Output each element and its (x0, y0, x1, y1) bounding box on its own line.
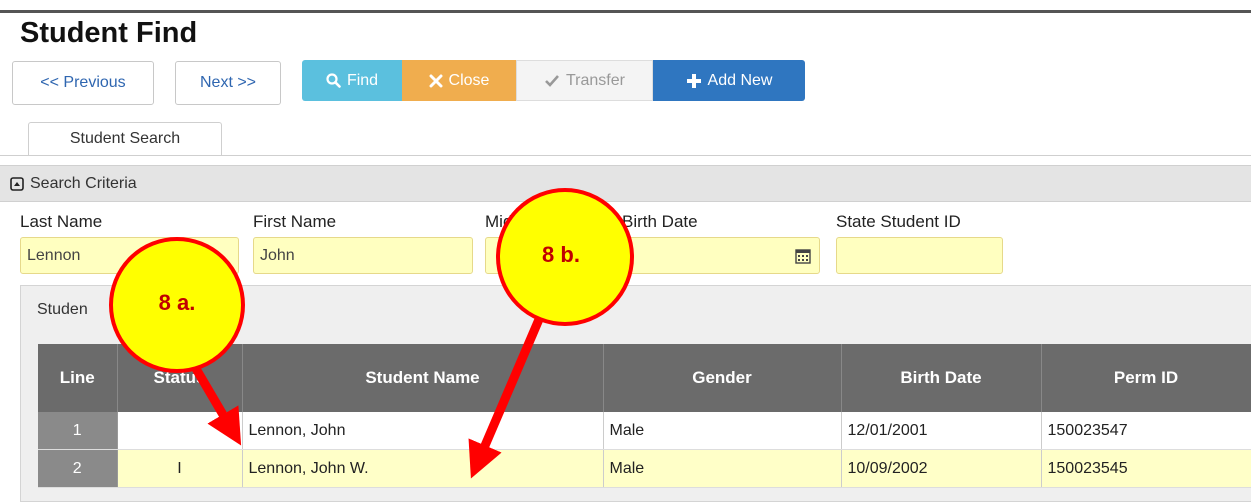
callout-b-label: 8 b. (542, 242, 580, 267)
add-new-button[interactable]: Add New (653, 60, 805, 101)
birth-date-cell: 10/09/2002 (841, 449, 1042, 488)
perm-id-cell: 150023547 (1041, 412, 1251, 450)
gender-cell: Male (603, 449, 842, 488)
column-header-status[interactable]: Status (117, 344, 243, 412)
status-cell: I (117, 449, 243, 488)
find-label: Find (346, 71, 379, 89)
student-name-cell[interactable]: Lennon, John (242, 412, 604, 450)
status-cell (117, 412, 243, 450)
search-criteria-title: Search Criteria (30, 174, 137, 192)
last-name-label: Last Name (20, 212, 103, 231)
gender-cell: Male (603, 412, 842, 450)
column-header-perm-id[interactable]: Perm ID (1041, 344, 1251, 412)
close-label: Close (448, 71, 490, 89)
search-icon (326, 73, 341, 88)
close-button[interactable]: Close (402, 60, 516, 101)
calendar-icon[interactable] (787, 238, 819, 273)
collapse-icon[interactable] (10, 176, 24, 191)
state-student-id-label: State Student ID (836, 212, 961, 231)
transfer-button[interactable]: Transfer (516, 60, 653, 101)
table-row[interactable]: 2 I Lennon, John W. Male 10/09/2002 1500… (38, 449, 1251, 488)
page-title: Student Find (20, 17, 198, 49)
birth-date-label: Birth Date (622, 212, 698, 231)
birth-date-cell: 12/01/2001 (841, 412, 1042, 450)
plus-icon (686, 73, 702, 89)
transfer-label: Transfer (566, 71, 625, 89)
table-header-row: Line Status Student Name Gender Birth Da… (38, 344, 1251, 412)
checkmark-icon (544, 74, 560, 88)
perm-id-cell: 150023545 (1041, 449, 1251, 488)
line-cell: 1 (38, 412, 118, 450)
add-new-label: Add New (707, 71, 773, 89)
previous-button[interactable]: << Previous (12, 61, 154, 105)
first-name-label: First Name (253, 212, 337, 231)
tab-divider (0, 155, 1251, 156)
top-divider (0, 10, 1251, 13)
column-header-gender[interactable]: Gender (603, 344, 842, 412)
next-button[interactable]: Next >> (175, 61, 281, 105)
column-header-student-name[interactable]: Student Name (242, 344, 604, 412)
close-x-icon (429, 74, 443, 88)
search-criteria-header[interactable]: Search Criteria (0, 165, 1251, 202)
results-panel-title: Studen (37, 301, 88, 318)
table-row[interactable]: 1 Lennon, John Male 12/01/2001 150023547 (38, 412, 1251, 450)
column-header-birth-date[interactable]: Birth Date (841, 344, 1042, 412)
callout-a-label: 8 a. (158, 290, 196, 315)
line-cell: 2 (38, 449, 118, 488)
student-name-cell[interactable]: Lennon, John W. (242, 449, 604, 488)
last-name-field[interactable] (20, 237, 239, 274)
results-table: Line Status Student Name Gender Birth Da… (38, 344, 1251, 488)
state-student-id-field[interactable] (836, 237, 1003, 274)
middle-name-label: Mid (485, 212, 513, 231)
tab-student-search[interactable]: Student Search (28, 122, 222, 155)
column-header-line[interactable]: Line (38, 344, 118, 412)
find-button[interactable]: Find (302, 60, 402, 101)
first-name-field[interactable] (253, 237, 473, 274)
